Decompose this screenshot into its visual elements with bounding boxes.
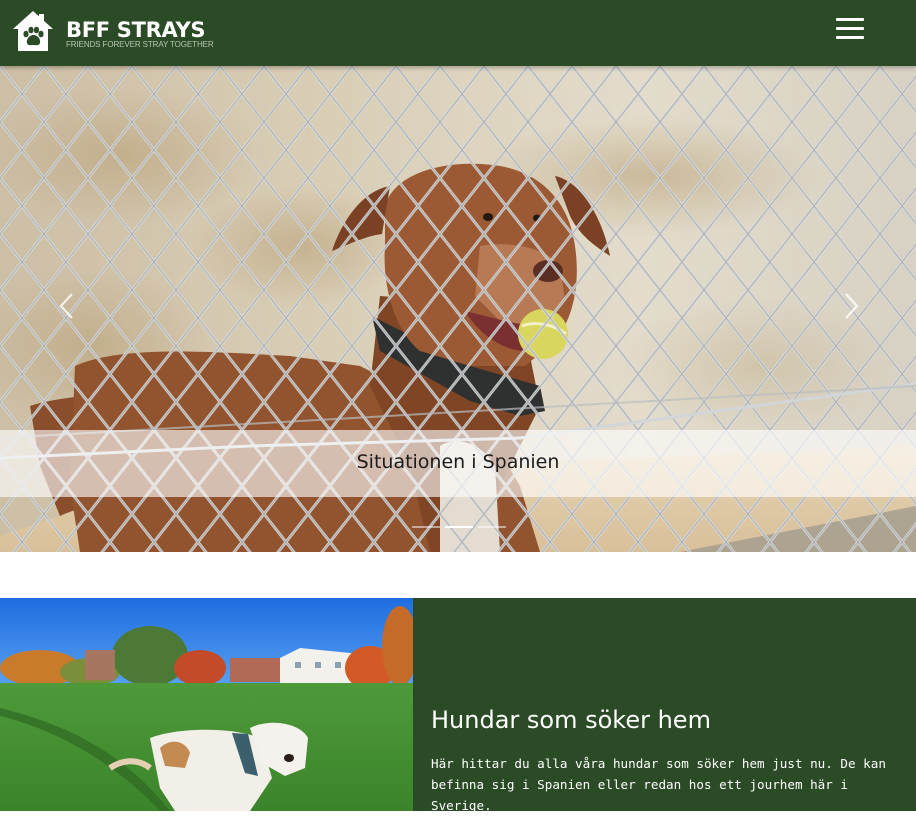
brand-tagline: FRIENDS FOREVER STRAY TOGETHER: [66, 40, 214, 49]
carousel-indicator-1[interactable]: [412, 526, 440, 528]
carousel-indicator-3[interactable]: [478, 526, 506, 528]
feature-description: Här hittar du alla våra hundar som söker…: [431, 756, 886, 813]
top-navbar: BFF STRAYS FRIENDS FOREVER STRAY TOGETHE…: [0, 0, 916, 66]
slide-caption: Situationen i Spanien: [356, 451, 560, 473]
feature-text-panel: Hundar som söker hem Här hittar du alla …: [413, 598, 916, 813]
dog-on-grass-image: [0, 598, 413, 811]
carousel-indicator-2[interactable]: [445, 526, 473, 528]
chevron-left-icon[interactable]: [52, 288, 82, 324]
adoption-feature-section: Hundar som söker hem Här hittar du alla …: [0, 598, 916, 813]
feature-title: Hundar som söker hem: [431, 706, 711, 734]
hamburger-menu-icon[interactable]: [836, 18, 866, 46]
chevron-right-icon[interactable]: [836, 288, 866, 324]
brand-logo[interactable]: BFF STRAYS FRIENDS FOREVER STRAY TOGETHE…: [10, 8, 215, 56]
house-paw-icon: [13, 11, 53, 51]
brand-name: BFF STRAYS: [66, 18, 206, 42]
hero-carousel: Situationen i Spanien: [0, 66, 916, 552]
carousel-indicators: [410, 525, 510, 531]
feature-image: [0, 598, 413, 811]
